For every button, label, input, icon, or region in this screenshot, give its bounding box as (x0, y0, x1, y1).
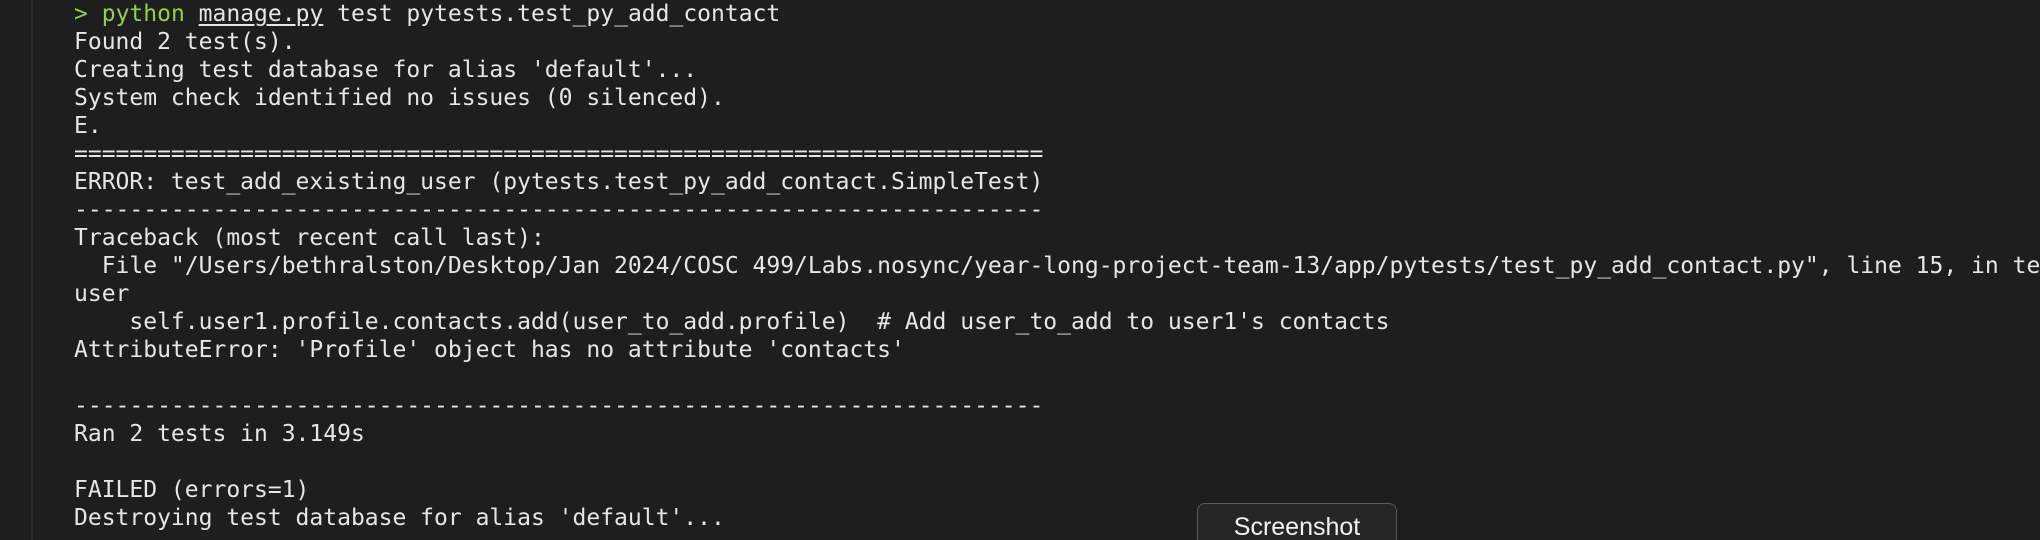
output-line: System check identified no issues (0 sil… (74, 85, 725, 111)
test-summary-line: Ran 2 tests in 3.149s (74, 421, 365, 447)
terminal-window[interactable]: > python manage.py test pytests.test_py_… (0, 0, 2040, 540)
command-line: > python manage.py test pytests.test_py_… (74, 0, 2040, 28)
separator-rule: ----------------------------------------… (74, 197, 1044, 223)
traceback-code-line: self.user1.profile.contacts.add(user_to_… (74, 309, 1390, 335)
prompt-symbol: > (74, 1, 88, 27)
traceback-file-line-wrap: user (74, 281, 130, 307)
separator-rule: ----------------------------------------… (74, 393, 1044, 419)
error-header-line: ERROR: test_add_existing_user (pytests.t… (74, 169, 1044, 195)
command-file-link[interactable]: manage.py (199, 1, 324, 27)
terminal-output: > python manage.py test pytests.test_py_… (74, 0, 2040, 532)
attribute-error-line: AttributeError: 'Profile' object has no … (74, 337, 905, 363)
failed-status-line: FAILED (errors=1) (74, 477, 310, 503)
output-line: Found 2 test(s). (74, 29, 296, 55)
command-program: python (101, 1, 185, 27)
command-args: test pytests.test_py_add_contact (337, 1, 781, 27)
screenshot-button[interactable]: Screenshot (1197, 503, 1397, 540)
output-line: Creating test database for alias 'defaul… (74, 57, 698, 83)
separator-double-rule: ========================================… (74, 141, 1044, 167)
traceback-header-line: Traceback (most recent call last): (74, 225, 545, 251)
traceback-file-line: File "/Users/bethralston/Desktop/Jan 202… (101, 253, 2040, 279)
gutter-divider (31, 0, 33, 540)
output-line: Destroying test database for alias 'defa… (74, 505, 725, 531)
output-line: E. (74, 113, 102, 139)
